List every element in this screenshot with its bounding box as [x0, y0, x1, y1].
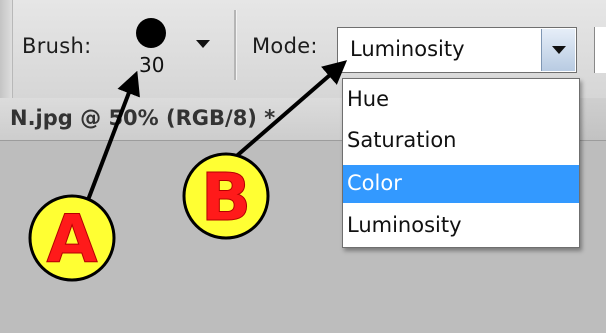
- document-tab[interactable]: N.jpg @ 50% (RGB/8) *: [0, 98, 346, 140]
- mode-dropdown-list: Hue Saturation Color Luminosity: [342, 78, 580, 248]
- brush-picker-chevron-down-icon[interactable]: [196, 40, 210, 48]
- brush-preview-icon[interactable]: [136, 18, 166, 48]
- brush-size: 30: [139, 53, 165, 77]
- mode-label: Mode:: [252, 34, 318, 58]
- next-control[interactable]: [594, 27, 606, 73]
- toolbar-separator: [234, 10, 237, 80]
- mode-option-color[interactable]: Color: [343, 165, 579, 203]
- document-tab-title: N.jpg @ 50% (RGB/8) *: [10, 106, 276, 130]
- chevron-down-icon: [552, 46, 566, 54]
- mode-option-saturation[interactable]: Saturation: [343, 122, 579, 160]
- mode-dropdown-button[interactable]: [541, 29, 575, 71]
- mode-option-luminosity[interactable]: Luminosity: [343, 207, 579, 245]
- mode-option-hue[interactable]: Hue: [343, 81, 579, 119]
- toolbar-grip[interactable]: [0, 0, 13, 98]
- brush-label: Brush:: [22, 34, 92, 58]
- mode-select[interactable]: Luminosity: [337, 27, 577, 73]
- mode-select-value: Luminosity: [350, 37, 465, 61]
